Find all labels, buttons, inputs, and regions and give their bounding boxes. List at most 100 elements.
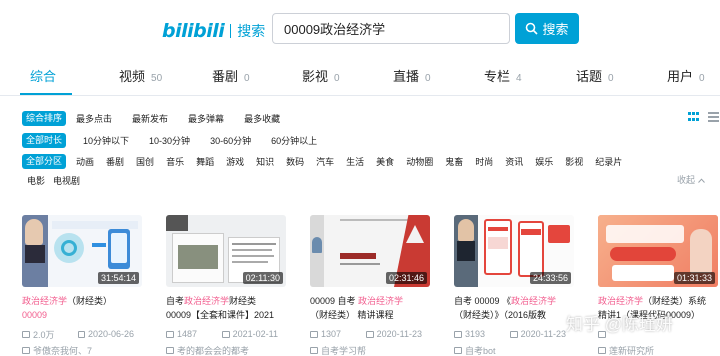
zone-option[interactable]: 动物圈 bbox=[406, 155, 433, 168]
search-input[interactable]: 00009政治经济学 bbox=[272, 13, 510, 44]
search-button[interactable]: 搜索 bbox=[515, 13, 579, 44]
zone-option[interactable]: 音乐 bbox=[166, 155, 184, 168]
uploader-icon bbox=[598, 347, 606, 354]
upload-date: 2020-11-23 bbox=[366, 329, 422, 339]
video-title[interactable]: 政治经济学（财经类） 00009 bbox=[22, 294, 142, 322]
tab-live[interactable]: 直播 0 bbox=[393, 66, 431, 92]
chevron-up-icon bbox=[697, 178, 705, 183]
play-count-icon bbox=[454, 330, 462, 338]
zone-option-movie[interactable]: 电影 bbox=[27, 174, 45, 187]
uploader[interactable]: 自考bot bbox=[454, 344, 574, 356]
video-title[interactable]: 自考政治经济学财经类 00009【全套和课件】2021 bbox=[166, 294, 286, 322]
view-count: 1487 bbox=[166, 329, 222, 339]
uploader[interactable]: 考的都会会的都考 bbox=[166, 344, 286, 356]
calendar-icon bbox=[78, 330, 85, 338]
tab-label: 专栏 bbox=[484, 69, 511, 84]
video-duration: 02:11:30 bbox=[242, 272, 283, 284]
zone-option[interactable]: 番剧 bbox=[106, 155, 124, 168]
uploader-icon bbox=[454, 347, 462, 354]
video-card[interactable]: 24:33:56 自考 00009 《政治经济学 （财经类）》（2016版教 31… bbox=[454, 215, 574, 356]
sort-option-newest[interactable]: 最新发布 bbox=[132, 112, 168, 125]
watermark: 知乎 @陈瑾妍 bbox=[566, 315, 673, 334]
duration-option-all[interactable]: 全部时长 bbox=[22, 133, 67, 148]
uploader[interactable]: 自考学习帮 bbox=[310, 344, 430, 356]
bilibili-logo[interactable]: bilibili 搜索 bbox=[162, 18, 265, 44]
zone-option[interactable]: 知识 bbox=[256, 155, 274, 168]
tab-all[interactable]: 综合 bbox=[30, 66, 56, 92]
zone-option[interactable]: 娱乐 bbox=[535, 155, 553, 168]
zone-option[interactable]: 数码 bbox=[286, 155, 304, 168]
play-count-icon bbox=[310, 330, 318, 338]
search-icon bbox=[526, 22, 539, 35]
search-button-label: 搜索 bbox=[542, 22, 569, 37]
video-card[interactable]: 02:31:46 00009 自考 政治经济学 （财经类） 精讲课程 1307 2… bbox=[310, 215, 430, 356]
zone-option[interactable]: 汽车 bbox=[316, 155, 334, 168]
tab-count: 0 bbox=[608, 73, 614, 84]
duration-option-over60[interactable]: 60分钟以上 bbox=[271, 134, 317, 147]
upload-date: 2020-11-23 bbox=[510, 329, 566, 339]
category-tabs: 综合 视频 50 番剧 0 影视 0 直播 0 专栏 4 话题 0 用户 0 bbox=[0, 66, 720, 92]
view-count: 3193 bbox=[454, 329, 510, 339]
zone-filter-row: 全部分区 动画 番剧 国创 音乐 舞蹈 游戏 知识 数码 汽车 生活 美食 动物圈 鬼畜 时尚 资讯 娱乐 影视纪… bbox=[22, 154, 622, 169]
duration-option-10-30[interactable]: 10-30分钟 bbox=[149, 134, 190, 147]
uploader[interactable]: 爷傲奈我何、7 bbox=[22, 344, 142, 356]
zone-option[interactable]: 资讯 bbox=[505, 155, 523, 168]
tab-video[interactable]: 视频 50 bbox=[119, 66, 162, 92]
tab-user[interactable]: 用户 0 bbox=[667, 66, 705, 92]
zone-option[interactable]: 鬼畜 bbox=[445, 155, 463, 168]
video-card[interactable]: 02:11:30 自考政治经济学财经类 00009【全套和课件】2021 1487… bbox=[166, 215, 286, 356]
uploader[interactable]: 莲新研究所 bbox=[598, 344, 718, 356]
duration-option-30-60[interactable]: 30-60分钟 bbox=[210, 134, 251, 147]
tab-label: 用户 bbox=[667, 69, 694, 84]
zone-option[interactable]: 影视 bbox=[565, 155, 583, 168]
tab-count: 0 bbox=[334, 73, 340, 84]
tab-label: 直播 bbox=[393, 69, 420, 84]
zone-option[interactable]: 纪录片 bbox=[595, 155, 622, 168]
video-card[interactable]: 31:54:14 政治经济学（财经类） 00009 2.0万 2020-06-26… bbox=[22, 215, 142, 356]
zone-option[interactable]: 动画 bbox=[76, 155, 94, 168]
tab-label: 综合 bbox=[30, 69, 57, 84]
zone-option[interactable]: 美食 bbox=[376, 155, 394, 168]
sort-option-clicks[interactable]: 最多点击 bbox=[76, 112, 112, 125]
video-thumbnail[interactable]: 02:11:30 bbox=[166, 215, 286, 287]
search-input-value: 00009政治经济学 bbox=[284, 22, 386, 37]
zone-option[interactable]: 生活 bbox=[346, 155, 364, 168]
sort-option-favorites[interactable]: 最多收藏 bbox=[244, 112, 280, 125]
collapse-filters-button[interactable]: 收起 bbox=[677, 173, 705, 186]
zone-option[interactable]: 时尚 bbox=[475, 155, 493, 168]
play-count-icon bbox=[166, 330, 174, 338]
uploader-icon bbox=[310, 347, 318, 354]
tab-topic[interactable]: 话题 0 bbox=[576, 66, 614, 92]
zone-option[interactable]: 游戏 bbox=[226, 155, 244, 168]
uploader-icon bbox=[166, 347, 174, 354]
tab-movie[interactable]: 影视 0 bbox=[302, 66, 340, 92]
view-count: 1307 bbox=[310, 329, 366, 339]
zone-option-all[interactable]: 全部分区 bbox=[22, 154, 67, 169]
tab-label: 视频 bbox=[119, 69, 146, 84]
video-thumbnail[interactable]: 24:33:56 bbox=[454, 215, 574, 287]
sort-option-danmaku[interactable]: 最多弹幕 bbox=[188, 112, 224, 125]
logo-divider bbox=[230, 24, 232, 38]
zone-option[interactable]: 舞蹈 bbox=[196, 155, 214, 168]
zone-option-tv[interactable]: 电视剧 bbox=[53, 174, 80, 187]
tab-label: 话题 bbox=[576, 69, 603, 84]
video-title[interactable]: 自考 00009 《政治经济学 （财经类）》（2016版教 bbox=[454, 294, 574, 322]
upload-date: 2021-02-11 bbox=[222, 329, 278, 339]
list-view-icon[interactable] bbox=[708, 112, 719, 122]
calendar-icon bbox=[222, 330, 230, 338]
logo-search-label: 搜索 bbox=[237, 23, 266, 39]
video-thumbnail[interactable]: 01:31:33 bbox=[598, 215, 718, 287]
video-thumbnail[interactable]: 31:54:14 bbox=[22, 215, 142, 287]
grid-view-icon[interactable] bbox=[688, 112, 699, 122]
duration-option-under10[interactable]: 10分钟以下 bbox=[83, 134, 129, 147]
zone-option[interactable]: 国创 bbox=[136, 155, 154, 168]
video-thumbnail[interactable]: 02:31:46 bbox=[310, 215, 430, 287]
sort-filter-row: 综合排序 最多点击 最新发布 最多弹幕 最多收藏 bbox=[22, 111, 280, 126]
sort-option-default[interactable]: 综合排序 bbox=[22, 111, 67, 126]
video-duration: 01:31:33 bbox=[673, 272, 715, 284]
tab-article[interactable]: 专栏 4 bbox=[484, 66, 522, 92]
video-title[interactable]: 00009 自考 政治经济学 （财经类） 精讲课程 bbox=[310, 294, 430, 322]
tab-bangumi[interactable]: 番剧 0 bbox=[212, 66, 250, 92]
tab-count: 0 bbox=[699, 73, 705, 84]
upload-date: 2020-06-26 bbox=[78, 329, 134, 339]
